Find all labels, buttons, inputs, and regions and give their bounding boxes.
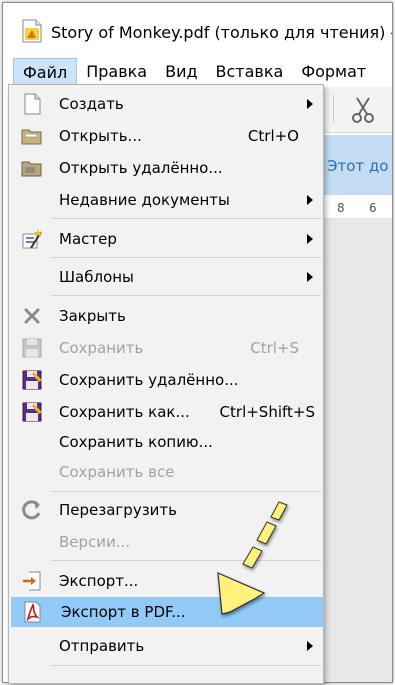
menu-item-new[interactable]: Создать bbox=[9, 89, 323, 119]
info-bar-text: Этот до bbox=[327, 157, 389, 175]
remote-folder-icon bbox=[21, 161, 42, 177]
menu-item-send[interactable]: Отправить bbox=[9, 631, 323, 661]
window-title: Story of Monkey.pdf (только для чтения) … bbox=[51, 23, 393, 42]
menu-item-save: Сохранить Ctrl+S bbox=[9, 333, 323, 363]
save-remote-icon bbox=[22, 370, 42, 390]
menu-view[interactable]: Вид bbox=[156, 58, 206, 86]
submenu-arrow-icon bbox=[307, 272, 313, 282]
menu-separator bbox=[51, 295, 321, 296]
reload-icon bbox=[22, 500, 41, 520]
menu-item-label: Открыть... bbox=[59, 127, 142, 145]
menu-item-export[interactable]: Экспорт... bbox=[9, 566, 323, 596]
menu-item-label: Отправить bbox=[59, 637, 145, 655]
menu-item-label: Мастер bbox=[59, 230, 117, 248]
menu-separator bbox=[51, 560, 321, 561]
menu-item-label: Сохранить удалённо... bbox=[59, 371, 239, 389]
menu-item-label: Сохранить копию... bbox=[59, 433, 213, 451]
menu-item-templates[interactable]: Шаблоны bbox=[9, 262, 323, 292]
menu-item-recent-documents[interactable]: Недавние документы bbox=[9, 185, 323, 215]
submenu-arrow-icon bbox=[307, 99, 313, 109]
menu-item-shortcut: Ctrl+O bbox=[247, 127, 299, 145]
menu-item-open[interactable]: Открыть... Ctrl+O bbox=[9, 121, 323, 151]
menu-item-reload[interactable]: Перезагрузить bbox=[9, 495, 323, 525]
menu-item-label: Перезагрузить bbox=[59, 501, 178, 519]
menu-item-close[interactable]: Закрыть bbox=[9, 301, 323, 331]
file-menu-dropdown: Создать Открыть... Ctrl+O Открыть удалён… bbox=[8, 84, 324, 684]
submenu-arrow-icon bbox=[307, 195, 313, 205]
submenu-arrow-icon bbox=[307, 234, 313, 244]
cut-icon[interactable] bbox=[349, 95, 377, 125]
menu-item-versions: Версии... bbox=[9, 527, 323, 557]
toolbar-separator bbox=[333, 95, 334, 123]
menu-item-shortcut: Ctrl+S bbox=[250, 339, 299, 357]
menu-separator bbox=[51, 257, 321, 258]
menu-item-label: Недавние документы bbox=[59, 191, 230, 209]
menu-item-save-copy[interactable]: Сохранить копию... bbox=[9, 427, 323, 457]
menu-item-open-remote[interactable]: Открыть удалённо... bbox=[9, 153, 323, 183]
menu-file[interactable]: Файл bbox=[13, 58, 78, 86]
menu-item-label: Шаблоны bbox=[59, 268, 134, 286]
menu-separator bbox=[51, 665, 321, 666]
menu-item-label: Сохранить bbox=[59, 339, 144, 357]
menu-format[interactable]: Формат bbox=[292, 58, 375, 86]
title-bar: Story of Monkey.pdf (только для чтения) … bbox=[3, 3, 392, 57]
submenu-arrow-icon bbox=[307, 641, 313, 651]
export-icon bbox=[23, 571, 41, 591]
menu-item-shortcut: Ctrl+Shift+S bbox=[219, 403, 315, 421]
menu-item-label: Сохранить как... bbox=[59, 403, 190, 421]
menu-item-save-all: Сохранить все bbox=[9, 457, 323, 487]
menu-separator bbox=[51, 491, 321, 492]
menu-item-export-pdf[interactable]: Экспорт в PDF... bbox=[11, 597, 323, 627]
menu-item-label: Открыть удалённо... bbox=[59, 159, 223, 177]
menu-item-wizard[interactable]: Мастер bbox=[9, 224, 323, 254]
menu-item-label: Создать bbox=[59, 95, 124, 113]
document-area bbox=[321, 219, 392, 682]
wizard-icon bbox=[22, 229, 42, 249]
menu-item-label: Версии... bbox=[59, 533, 131, 551]
ruler-mark: 6 bbox=[369, 201, 377, 215]
menu-item-label: Закрыть bbox=[59, 307, 126, 325]
menu-item-save-remote[interactable]: Сохранить удалённо... bbox=[9, 365, 323, 395]
save-as-icon bbox=[22, 402, 42, 422]
close-icon bbox=[24, 308, 40, 324]
open-folder-icon bbox=[21, 129, 42, 145]
menu-bar: Файл Правка Вид Вставка Формат bbox=[3, 57, 392, 87]
menu-insert[interactable]: Вставка bbox=[207, 58, 293, 86]
writer-app-icon bbox=[22, 19, 42, 43]
menu-item-label: Экспорт... bbox=[59, 572, 139, 590]
menu-separator bbox=[51, 218, 321, 219]
new-document-icon bbox=[24, 93, 41, 115]
ruler: 8 6 bbox=[321, 197, 392, 219]
ruler-mark: 8 bbox=[337, 201, 345, 215]
menu-item-label: Экспорт в PDF... bbox=[61, 603, 186, 621]
pdf-icon bbox=[24, 601, 41, 623]
menu-edit[interactable]: Правка bbox=[77, 58, 156, 86]
menu-item-save-as[interactable]: Сохранить как... Ctrl+Shift+S bbox=[9, 397, 323, 427]
save-icon bbox=[22, 338, 42, 358]
menu-item-label: Сохранить все bbox=[59, 463, 175, 481]
